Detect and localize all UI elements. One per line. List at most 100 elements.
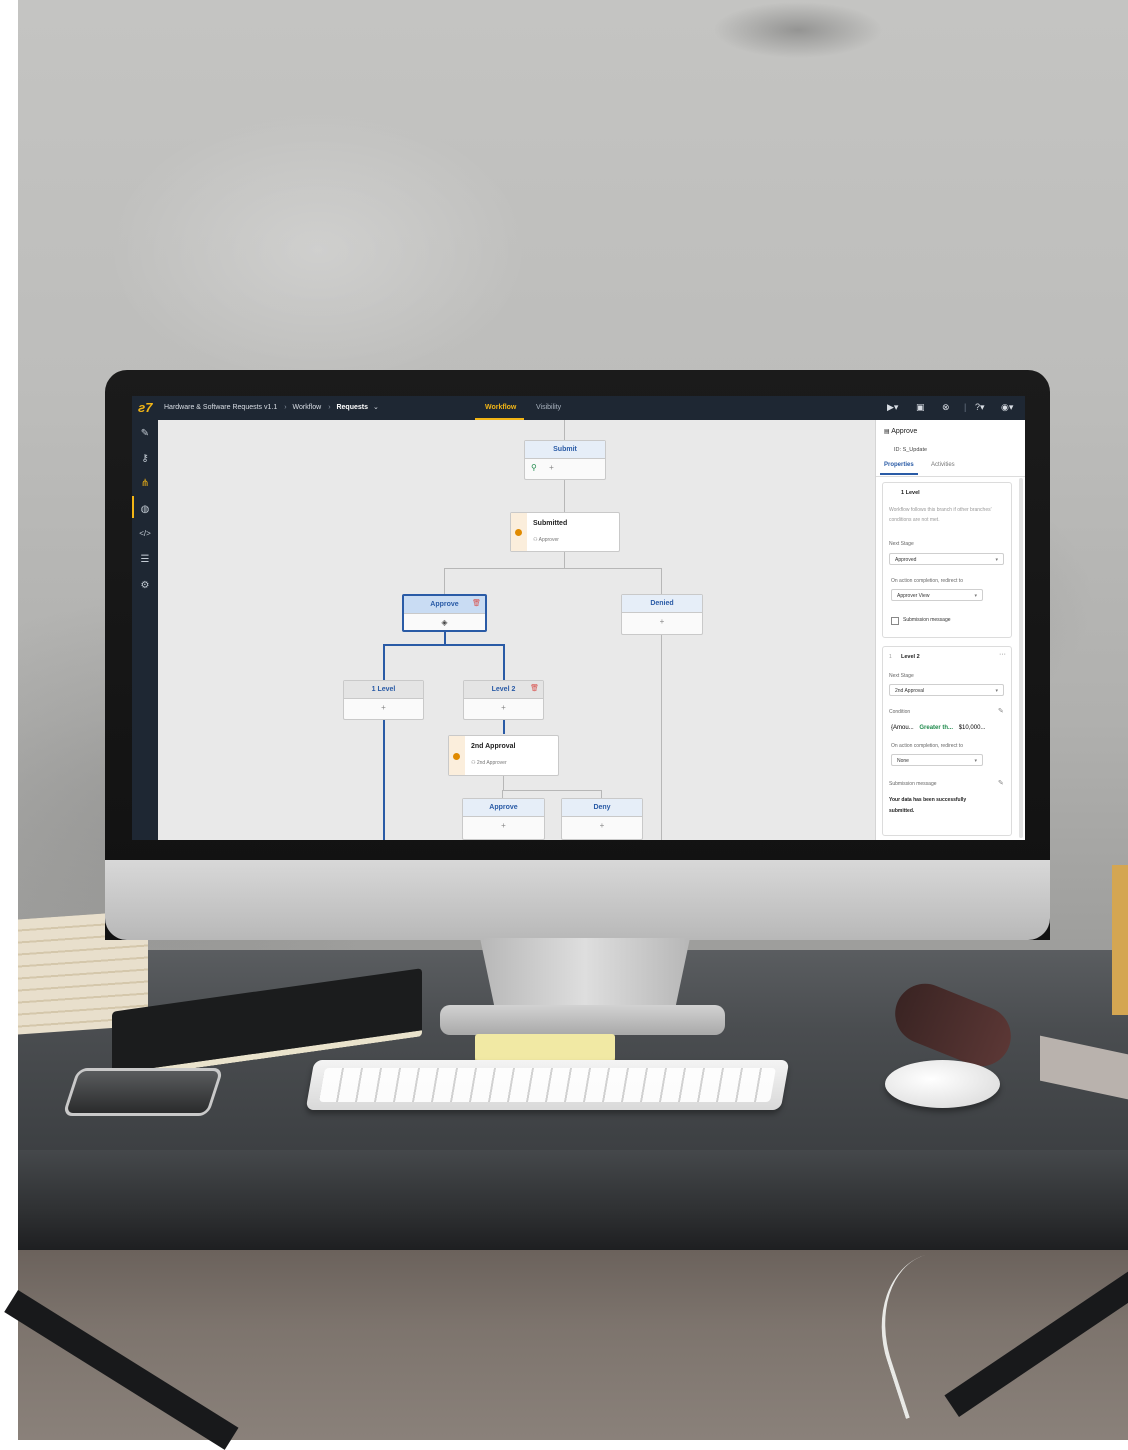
connector: [564, 480, 565, 512]
toolbar-divider: |: [964, 402, 967, 412]
left-sidebar: ✎ ⚷ ⋔ ◍ </> ☰ ⚙: [132, 420, 158, 840]
add-icon[interactable]: +: [464, 699, 543, 717]
card-description: Workflow follows this branch if other br…: [889, 507, 992, 523]
workflow-icon[interactable]: ⋔: [139, 478, 151, 489]
connector-active: [383, 644, 385, 680]
panel-id-label: ID:: [894, 447, 902, 453]
palette-icon[interactable]: ◍: [139, 504, 151, 515]
panel-divider: [876, 476, 1025, 477]
save-icon[interactable]: ▣: [916, 402, 925, 413]
branch-icon: ▤: [884, 429, 890, 435]
add-icon[interactable]: +: [344, 699, 423, 717]
next-stage-value: 2nd Approval: [895, 688, 925, 694]
connector-active: [383, 644, 504, 646]
submission-message-label: Submission message: [889, 781, 937, 787]
breadcrumb-app[interactable]: Hardware & Software Requests v1.1: [164, 404, 277, 411]
next-stage-label: Next Stage: [889, 673, 914, 679]
submission-message-checkbox[interactable]: [891, 617, 899, 625]
node-approve[interactable]: Approve 🗑 ◈: [402, 594, 487, 632]
edit-condition-icon[interactable]: ✎: [998, 707, 1004, 715]
workflow-canvas[interactable]: Submit ⚲ + Submitted ⚇ Approver Approve …: [158, 420, 875, 840]
node-level-2[interactable]: Level 2 🗑 +: [463, 680, 544, 720]
breadcrumb-workflow[interactable]: Workflow: [293, 404, 322, 411]
node-1-level-title: 1 Level: [344, 681, 423, 699]
brush-icon[interactable]: ✎: [139, 428, 151, 439]
stage-submitted[interactable]: Submitted ⚇ Approver: [510, 512, 620, 552]
stage-2nd-approval-assignee: ⚇ 2nd Approver: [471, 760, 507, 766]
panel-title: ▤ Approve: [884, 428, 917, 435]
redirect-select[interactable]: Approver View ▾: [891, 589, 983, 601]
add-icon[interactable]: +: [562, 817, 642, 835]
keyboard-keys: [319, 1068, 776, 1102]
tab-properties-indicator: [880, 473, 918, 475]
app-logo-icon[interactable]: ƨ7: [138, 400, 152, 415]
redirect-value: Approver View: [897, 593, 930, 599]
trash-icon[interactable]: 🗑: [530, 684, 539, 692]
node-approve-2-title: Approve: [463, 799, 544, 817]
tab-workflow[interactable]: Workflow: [485, 404, 516, 411]
tab-properties[interactable]: Properties: [884, 462, 914, 468]
node-denied-title: Denied: [622, 595, 702, 613]
play-icon[interactable]: ▶▾: [887, 402, 898, 413]
assignee-label: 2nd Approver: [476, 760, 507, 766]
node-deny-title: Deny: [562, 799, 642, 817]
monitor-chin: [105, 860, 1050, 940]
connector: [564, 420, 565, 440]
connector: [444, 568, 445, 594]
stage-2nd-approval[interactable]: 2nd Approval ⚇ 2nd Approver: [448, 735, 559, 776]
more-icon[interactable]: ···: [999, 651, 1006, 658]
breadcrumb-requests[interactable]: Requests: [336, 404, 368, 411]
connector: [564, 552, 565, 568]
edit-message-icon[interactable]: ✎: [998, 779, 1004, 787]
node-approve-2[interactable]: Approve +: [462, 798, 545, 840]
code-icon[interactable]: </>: [139, 529, 151, 538]
caret-down-icon: ▾: [995, 688, 998, 694]
tab-visibility[interactable]: Visibility: [536, 404, 561, 411]
list-alert-icon[interactable]: ☰: [139, 554, 151, 565]
trash-icon[interactable]: 🗑: [472, 599, 481, 607]
condition-operator: Greater th...: [919, 725, 954, 731]
redirect-label: On action completion, redirect to: [891, 578, 963, 584]
connector-active: [503, 720, 505, 734]
key-icon[interactable]: ⚷: [139, 453, 151, 464]
connector-active: [503, 644, 505, 680]
settings-icon[interactable]: ⚙: [139, 580, 151, 591]
card-title: 1 Level: [901, 490, 920, 496]
caret-down-icon: ▾: [974, 758, 977, 764]
connector: [503, 776, 504, 790]
add-icon[interactable]: +: [463, 817, 544, 835]
redirect-label: On action completion, redirect to: [891, 743, 963, 749]
condition-icon[interactable]: ◈: [404, 614, 485, 632]
stage-submitted-assignee: ⚇ Approver: [533, 537, 559, 543]
next-stage-value: Approved: [895, 557, 917, 563]
add-icon[interactable]: +: [549, 463, 554, 472]
connector-active: [383, 720, 385, 840]
top-bar: ƨ7 Hardware & Software Requests v1.1 › Wo…: [132, 396, 1025, 420]
cancel-icon[interactable]: ⊗: [942, 402, 950, 413]
tab-activities[interactable]: Activities: [931, 462, 955, 468]
condition-expression[interactable]: {Amou... Greater th... $10,000...: [891, 725, 985, 731]
add-icon[interactable]: +: [622, 613, 702, 631]
caret-down-icon: ▾: [995, 557, 998, 563]
pencil-cup: [1112, 865, 1128, 1015]
next-stage-select[interactable]: Approved ▾: [889, 553, 1004, 565]
node-denied[interactable]: Denied +: [621, 594, 703, 635]
panel-scrollbar[interactable]: [1019, 478, 1023, 838]
panel-id: ID: S_Update: [894, 447, 927, 453]
submission-message-text: Your data has been successfully submitte…: [889, 797, 967, 814]
card-index: 1: [889, 654, 892, 660]
node-1-level[interactable]: 1 Level +: [343, 680, 424, 720]
connector: [502, 790, 503, 798]
node-submit[interactable]: Submit ⚲ +: [524, 440, 606, 480]
chevron-down-icon[interactable]: ⌄: [373, 404, 379, 411]
next-stage-select[interactable]: 2nd Approval ▾: [889, 684, 1004, 696]
condition-field: {Amou...: [891, 725, 914, 731]
help-icon[interactable]: ?▾: [975, 402, 985, 413]
user-icon[interactable]: ◉▾: [1001, 402, 1013, 413]
add-user-icon[interactable]: ⚲: [531, 463, 537, 472]
redirect-select[interactable]: None ▾: [891, 754, 983, 766]
node-submit-body: ⚲ +: [525, 459, 605, 477]
connector-active: [444, 630, 446, 644]
node-submit-title: Submit: [525, 441, 605, 459]
node-deny[interactable]: Deny +: [561, 798, 643, 840]
